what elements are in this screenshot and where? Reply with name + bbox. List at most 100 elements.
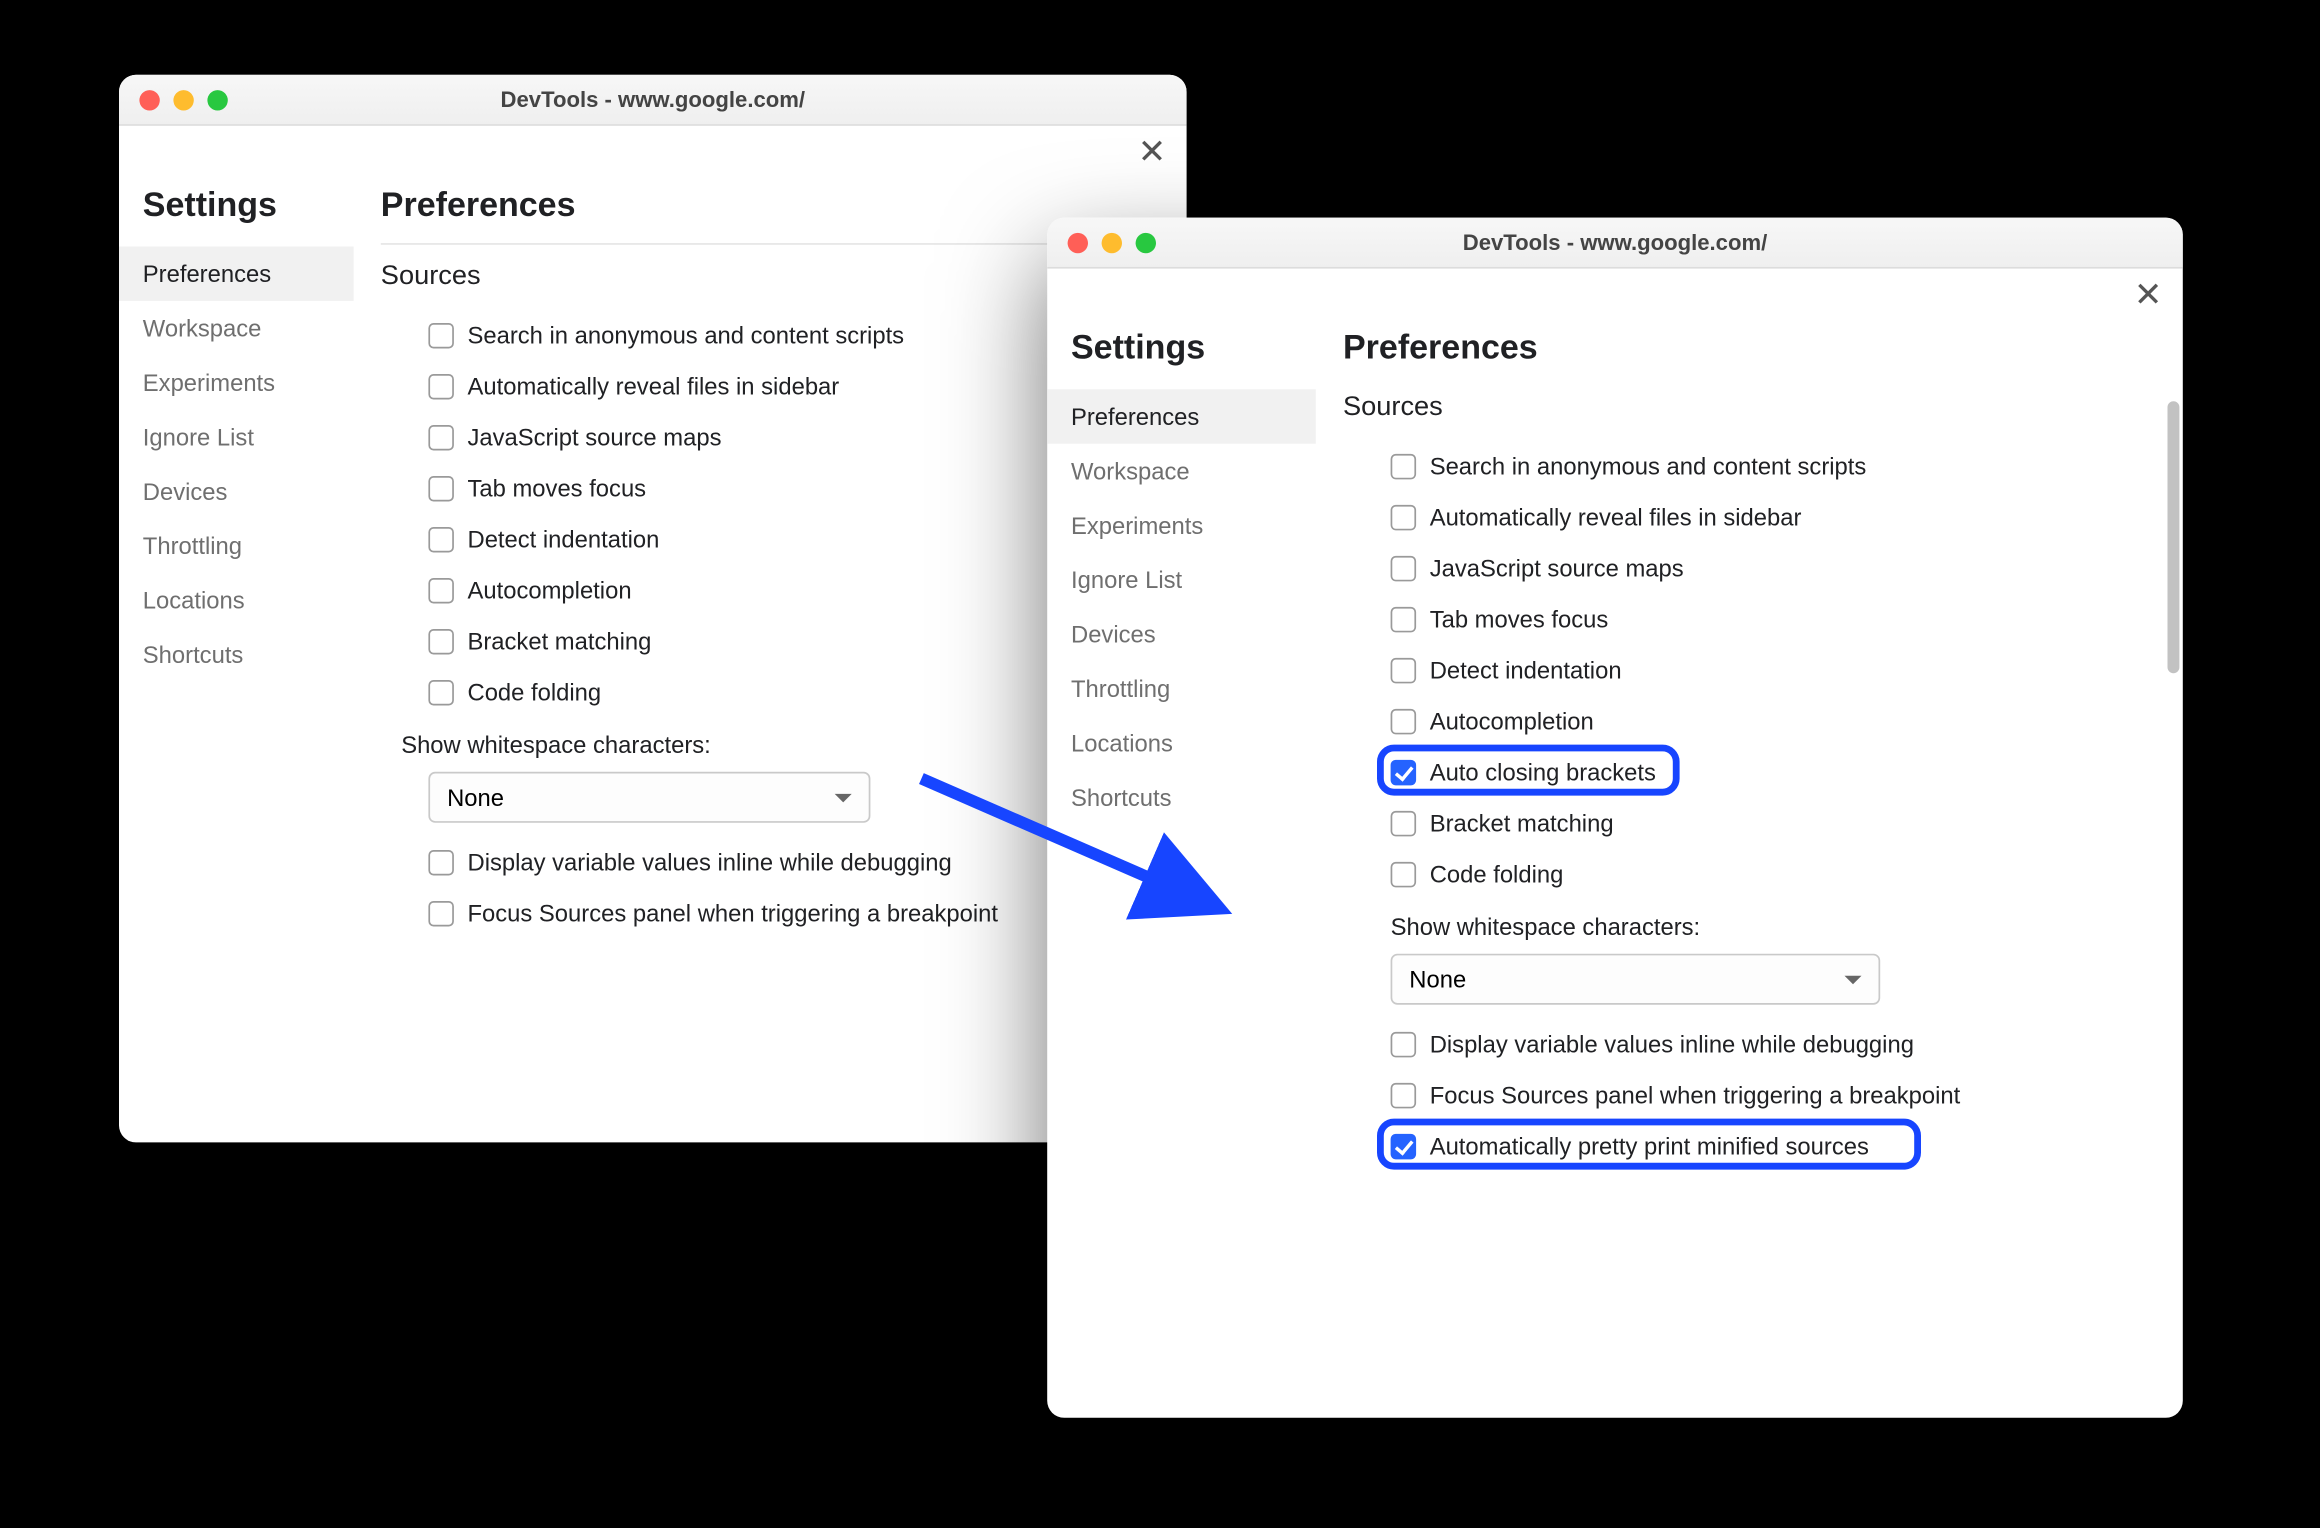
chevron-down-icon [1845,975,1862,984]
option-label: Code folding [1430,860,1564,887]
sidebar-title: Settings [119,180,354,246]
close-icon[interactable] [139,89,159,109]
option-label: JavaScript source maps [468,423,722,450]
option-label: Detect indentation [468,525,660,552]
close-icon[interactable] [1068,232,1088,252]
panel-topbar: ✕ [1047,269,2183,323]
checkbox[interactable] [1391,454,1417,480]
sidebar-item-shortcuts[interactable]: Shortcuts [1047,770,1316,824]
checkbox[interactable] [1391,607,1417,633]
option-row: Search in anonymous and content scripts [1343,440,2156,491]
sidebar-item-throttling[interactable]: Throttling [1047,661,1316,715]
page-title: Preferences [381,180,1160,245]
option-row: Autocompletion [1343,695,2156,746]
close-panel-icon[interactable]: ✕ [1138,136,1167,170]
checkbox[interactable] [1391,1032,1417,1058]
main-panel: Preferences Sources Search in anonymous … [1316,323,2183,1418]
checkbox[interactable] [428,629,454,655]
sidebar-item-experiments[interactable]: Experiments [1047,498,1316,552]
window-title: DevTools - www.google.com/ [119,87,1187,113]
option-label: Search in anonymous and content scripts [1430,452,1867,479]
option-label: Bracket matching [468,627,652,654]
checkbox[interactable] [428,901,454,927]
checkbox[interactable] [1391,1134,1417,1160]
traffic-lights [1047,232,1156,252]
sidebar-item-ignore-list[interactable]: Ignore List [119,410,354,464]
option-row: Code folding [381,666,1160,717]
panel-topbar: ✕ [119,126,1187,180]
checkbox[interactable] [1391,505,1417,531]
whitespace-select[interactable]: None [428,772,870,823]
option-label: Tab moves focus [1430,605,1609,632]
option-label: Focus Sources panel when triggering a br… [1430,1081,1961,1108]
option-label: Display variable values inline while deb… [1430,1030,1914,1057]
select-value: None [447,784,504,811]
option-row: JavaScript source maps [381,411,1160,462]
option-row: Detect indentation [1343,644,2156,695]
close-panel-icon[interactable]: ✕ [2134,279,2163,313]
checkbox[interactable] [1391,862,1417,888]
minimize-icon[interactable] [173,89,193,109]
option-row: Autocompletion [381,564,1160,615]
section-title-sources: Sources [1343,393,2156,424]
checkbox[interactable] [428,374,454,400]
option-row: Bracket matching [1343,797,2156,848]
sidebar-item-workspace[interactable]: Workspace [1047,444,1316,498]
sidebar-item-workspace[interactable]: Workspace [119,301,354,355]
option-label: Detect indentation [1430,656,1622,683]
titlebar[interactable]: DevTools - www.google.com/ [119,75,1187,126]
option-row: Focus Sources panel when triggering a br… [1343,1069,2156,1120]
option-label: Automatically reveal files in sidebar [1430,503,1802,530]
content: Settings Preferences Workspace Experimen… [1047,323,2183,1418]
maximize-icon[interactable] [207,89,227,109]
checkbox[interactable] [1391,1083,1417,1109]
option-row: Automatically reveal files in sidebar [381,360,1160,411]
checkbox[interactable] [428,476,454,502]
option-label: Display variable values inline while deb… [468,848,952,875]
checkbox[interactable] [1391,709,1417,735]
option-label: Auto closing brackets [1430,758,1656,785]
maximize-icon[interactable] [1136,232,1156,252]
option-label: JavaScript source maps [1430,554,1684,581]
devtools-window-right: DevTools - www.google.com/ ✕ Settings Pr… [1047,218,2183,1418]
checkbox[interactable] [428,578,454,604]
option-row: Tab moves focus [1343,593,2156,644]
option-label: Code folding [468,678,602,705]
checkbox[interactable] [1391,556,1417,582]
option-row: Code folding [1343,848,2156,899]
option-row: Automatically reveal files in sidebar [1343,491,2156,542]
sidebar-item-shortcuts[interactable]: Shortcuts [119,627,354,681]
checkbox[interactable] [428,323,454,349]
checkbox[interactable] [1391,811,1417,837]
sidebar-item-ignore-list[interactable]: Ignore List [1047,553,1316,607]
sidebar-item-preferences[interactable]: Preferences [119,247,354,301]
sidebar-item-experiments[interactable]: Experiments [119,355,354,409]
option-row: Search in anonymous and content scripts [381,309,1160,360]
checkbox[interactable] [428,680,454,706]
sidebar-item-preferences[interactable]: Preferences [1047,389,1316,443]
checkbox[interactable] [1391,760,1417,786]
option-label: Tab moves focus [468,474,647,501]
sidebar-item-locations[interactable]: Locations [1047,716,1316,770]
checkbox[interactable] [428,850,454,876]
section-title-sources: Sources [381,262,1160,293]
checkbox[interactable] [428,425,454,451]
sidebar-item-locations[interactable]: Locations [119,573,354,627]
minimize-icon[interactable] [1102,232,1122,252]
option-row: Bracket matching [381,615,1160,666]
sidebar-item-devices[interactable]: Devices [1047,607,1316,661]
select-label: Show whitespace characters: [381,717,1160,765]
whitespace-select[interactable]: None [1391,954,1881,1005]
option-label: Autocompletion [468,576,632,603]
sidebar-item-throttling[interactable]: Throttling [119,519,354,573]
select-label: Show whitespace characters: [1343,899,2156,947]
sidebar-title: Settings [1047,323,1316,389]
scrollbar[interactable] [2168,401,2180,673]
checkbox[interactable] [1391,658,1417,684]
titlebar[interactable]: DevTools - www.google.com/ [1047,218,2183,269]
option-label: Search in anonymous and content scripts [468,321,905,348]
checkbox[interactable] [428,527,454,553]
sidebar-item-devices[interactable]: Devices [119,464,354,518]
page-title: Preferences [1343,323,2156,386]
option-label: Bracket matching [1430,809,1614,836]
